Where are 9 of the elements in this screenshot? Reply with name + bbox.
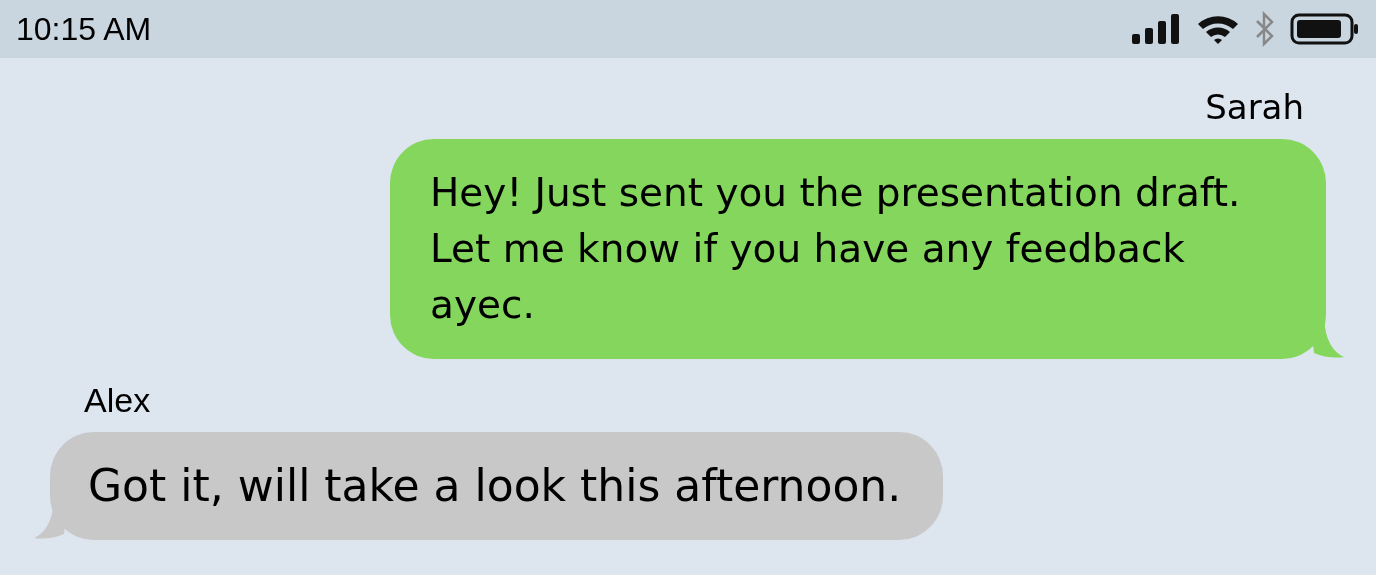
status-time: 10:15 AM: [16, 10, 152, 49]
wifi-icon: [1196, 13, 1240, 45]
message-bubble: Got it, will take a look this afternoon.: [50, 432, 944, 540]
sender-name: Alex: [84, 380, 151, 421]
bluetooth-icon: [1254, 11, 1276, 47]
signal-icon: [1132, 14, 1182, 44]
battery-icon: [1290, 13, 1360, 45]
sender-name: Sarah: [1205, 86, 1304, 129]
message-bubble: Hey! Just sent you the presentation draft. Let me know if you have any feedback ayec.: [390, 139, 1326, 359]
